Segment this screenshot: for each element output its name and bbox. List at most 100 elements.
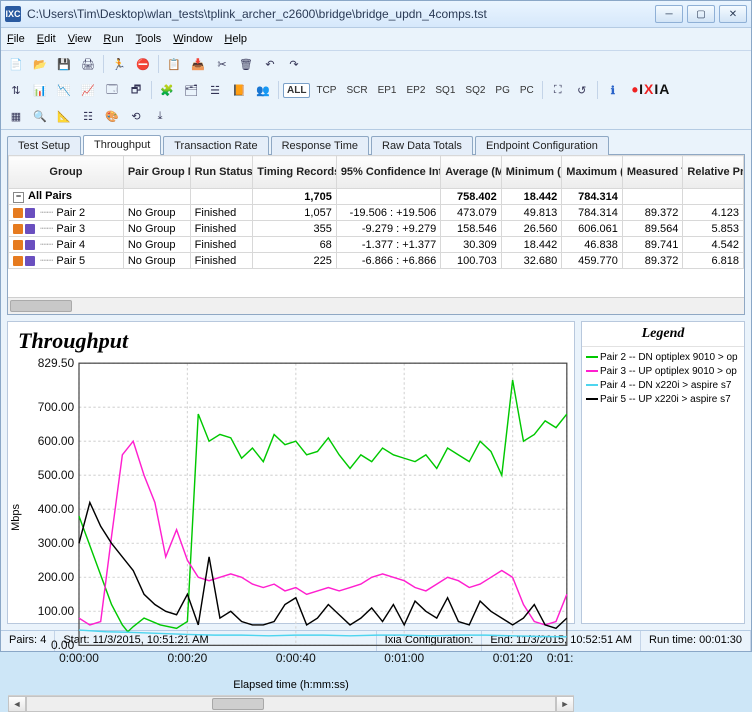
menu-view[interactable]: View	[68, 33, 92, 45]
view4-icon[interactable]: 📙	[228, 79, 250, 101]
zoomin-icon[interactable]: 🔍	[29, 105, 51, 127]
menu-run[interactable]: Run	[103, 33, 123, 45]
svg-text:500.00: 500.00	[38, 468, 75, 482]
view3-icon[interactable]: ☱	[204, 79, 226, 101]
chart-scrollbar[interactable]: ◄ ►	[8, 695, 574, 712]
pair-icon	[25, 256, 35, 266]
legend-item[interactable]: Pair 5 -- UP x220i > aspire s7	[586, 393, 740, 407]
filter-ep1[interactable]: EP1	[374, 83, 401, 98]
tab-endpoint-configuration[interactable]: Endpoint Configuration	[475, 136, 609, 155]
chart1-icon[interactable]: 📊	[29, 79, 51, 101]
grid-scroll[interactable]: GroupPair Group NameRun StatusTiming Rec…	[8, 155, 744, 297]
svg-text:0:01:00: 0:01:00	[384, 651, 424, 665]
table-row-allpairs[interactable]: −All Pairs1,705758.40218.442784.314	[9, 189, 744, 205]
menu-help[interactable]: Help	[224, 33, 247, 45]
menu-window[interactable]: Window	[173, 33, 212, 45]
export-icon[interactable]: ⤓	[149, 105, 171, 127]
reset-icon[interactable]: ↺	[571, 79, 593, 101]
tabstrip: Test SetupThroughputTransaction RateResp…	[1, 130, 751, 154]
chart2-icon[interactable]: 📉	[53, 79, 75, 101]
filter-sq1[interactable]: SQ1	[431, 83, 459, 98]
svg-text:600.00: 600.00	[38, 434, 75, 448]
open-icon[interactable]: 📂	[29, 53, 51, 75]
svg-text:0:01:30: 0:01:30	[547, 651, 574, 665]
filter-ep2[interactable]: EP2	[402, 83, 429, 98]
info-icon[interactable]: ℹ	[602, 79, 624, 101]
close-button[interactable]: ✕	[719, 5, 747, 23]
tab-raw-data-totals[interactable]: Raw Data Totals	[371, 136, 473, 155]
view2-icon[interactable]: 🗂	[180, 79, 202, 101]
column-header[interactable]: Minimum (Mbps)	[501, 156, 562, 189]
view1-icon[interactable]: 🧩	[156, 79, 178, 101]
legend-item[interactable]: Pair 2 -- DN optiplex 9010 > op	[586, 351, 740, 365]
sort-icon[interactable]: ⇅	[5, 79, 27, 101]
run-icon[interactable]: 🏃	[108, 53, 130, 75]
maximize-button[interactable]: ▢	[687, 5, 715, 23]
legend-item[interactable]: Pair 4 -- DN x220i > aspire s7	[586, 379, 740, 393]
delete-icon[interactable]: 🗑	[235, 53, 257, 75]
collapse-icon[interactable]: −	[13, 192, 24, 203]
tab-transaction-rate[interactable]: Transaction Rate	[163, 136, 268, 155]
column-header[interactable]: Group	[9, 156, 124, 189]
scroll-track[interactable]	[26, 696, 556, 712]
stop-icon[interactable]: ⛔	[132, 53, 154, 75]
column-header[interactable]: 95% Confidence Interval	[336, 156, 440, 189]
menu-file[interactable]: File	[7, 33, 25, 45]
save-icon[interactable]: 💾	[53, 53, 75, 75]
undo-icon[interactable]: ↶	[259, 53, 281, 75]
legend-item[interactable]: Pair 3 -- UP optiplex 9010 > op	[586, 365, 740, 379]
scrollbar-thumb[interactable]	[10, 300, 72, 312]
users-icon[interactable]: 👥	[252, 79, 274, 101]
minimize-button[interactable]: ─	[655, 5, 683, 23]
scroll-left-icon[interactable]: ◄	[8, 696, 26, 712]
palette-icon[interactable]: 🎨	[101, 105, 123, 127]
svg-text:0:00:40: 0:00:40	[276, 651, 316, 665]
tab-throughput[interactable]: Throughput	[83, 135, 161, 155]
column-header[interactable]: Measured Time (sec)	[622, 156, 683, 189]
cut-icon[interactable]: ✂	[211, 53, 233, 75]
separator	[103, 55, 104, 73]
filter-scr[interactable]: SCR	[342, 83, 371, 98]
redo-icon[interactable]: ↷	[283, 53, 305, 75]
chart5-icon[interactable]: 🗗	[125, 79, 147, 101]
filter-sq2[interactable]: SQ2	[461, 83, 489, 98]
scroll-thumb[interactable]	[212, 698, 264, 710]
table-row[interactable]: ┈┈ Pair 3No GroupFinished355-9.279 : +9.…	[9, 221, 744, 237]
menu-edit[interactable]: Edit	[37, 33, 56, 45]
chart3-icon[interactable]: 📈	[77, 79, 99, 101]
refresh-icon[interactable]: ⟲	[125, 105, 147, 127]
titlebar[interactable]: IXC C:\Users\Tim\Desktop\wlan_tests\tpli…	[1, 1, 751, 28]
zoomout-icon[interactable]: 📐	[53, 105, 75, 127]
copy-icon[interactable]: 📋	[163, 53, 185, 75]
expand-icon[interactable]: ⛶	[547, 79, 569, 101]
table-header-row: GroupPair Group NameRun StatusTiming Rec…	[9, 156, 744, 189]
chart-plot[interactable]: 0.00100.00200.00300.00400.00500.00600.00…	[24, 356, 574, 679]
horizontal-scrollbar[interactable]	[8, 297, 744, 314]
svg-text:400.00: 400.00	[38, 502, 75, 516]
filter-pc[interactable]: PC	[516, 83, 538, 98]
pair-icon	[25, 240, 35, 250]
grid-icon[interactable]: ▦	[5, 105, 27, 127]
column-header[interactable]: Pair Group Name	[123, 156, 190, 189]
legend-toggle-icon[interactable]: ☷	[77, 105, 99, 127]
new-icon[interactable]: 📄	[5, 53, 27, 75]
chart4-icon[interactable]: 🗔	[101, 79, 123, 101]
filter-tcp[interactable]: TCP	[312, 83, 340, 98]
print-icon[interactable]: 🖨	[77, 53, 99, 75]
tab-response-time[interactable]: Response Time	[271, 136, 369, 155]
filter-all[interactable]: ALL	[283, 83, 310, 98]
app-icon: IXC	[5, 6, 21, 22]
table-row[interactable]: ┈┈ Pair 2No GroupFinished1,057-19.506 : …	[9, 205, 744, 221]
filter-pg[interactable]: PG	[491, 83, 513, 98]
column-header[interactable]: Run Status	[190, 156, 253, 189]
column-header[interactable]: Maximum (Mbps)	[562, 156, 623, 189]
table-row[interactable]: ┈┈ Pair 4No GroupFinished68-1.377 : +1.3…	[9, 237, 744, 253]
scroll-right-icon[interactable]: ►	[556, 696, 574, 712]
table-row[interactable]: ┈┈ Pair 5No GroupFinished225-6.866 : +6.…	[9, 253, 744, 269]
paste-icon[interactable]: 📥	[187, 53, 209, 75]
column-header[interactable]: Timing Records Completed	[253, 156, 337, 189]
menu-tools[interactable]: Tools	[136, 33, 162, 45]
column-header[interactable]: Average (Mbps)	[441, 156, 502, 189]
tab-test-setup[interactable]: Test Setup	[7, 136, 81, 155]
column-header[interactable]: Relative Precision	[683, 156, 744, 189]
